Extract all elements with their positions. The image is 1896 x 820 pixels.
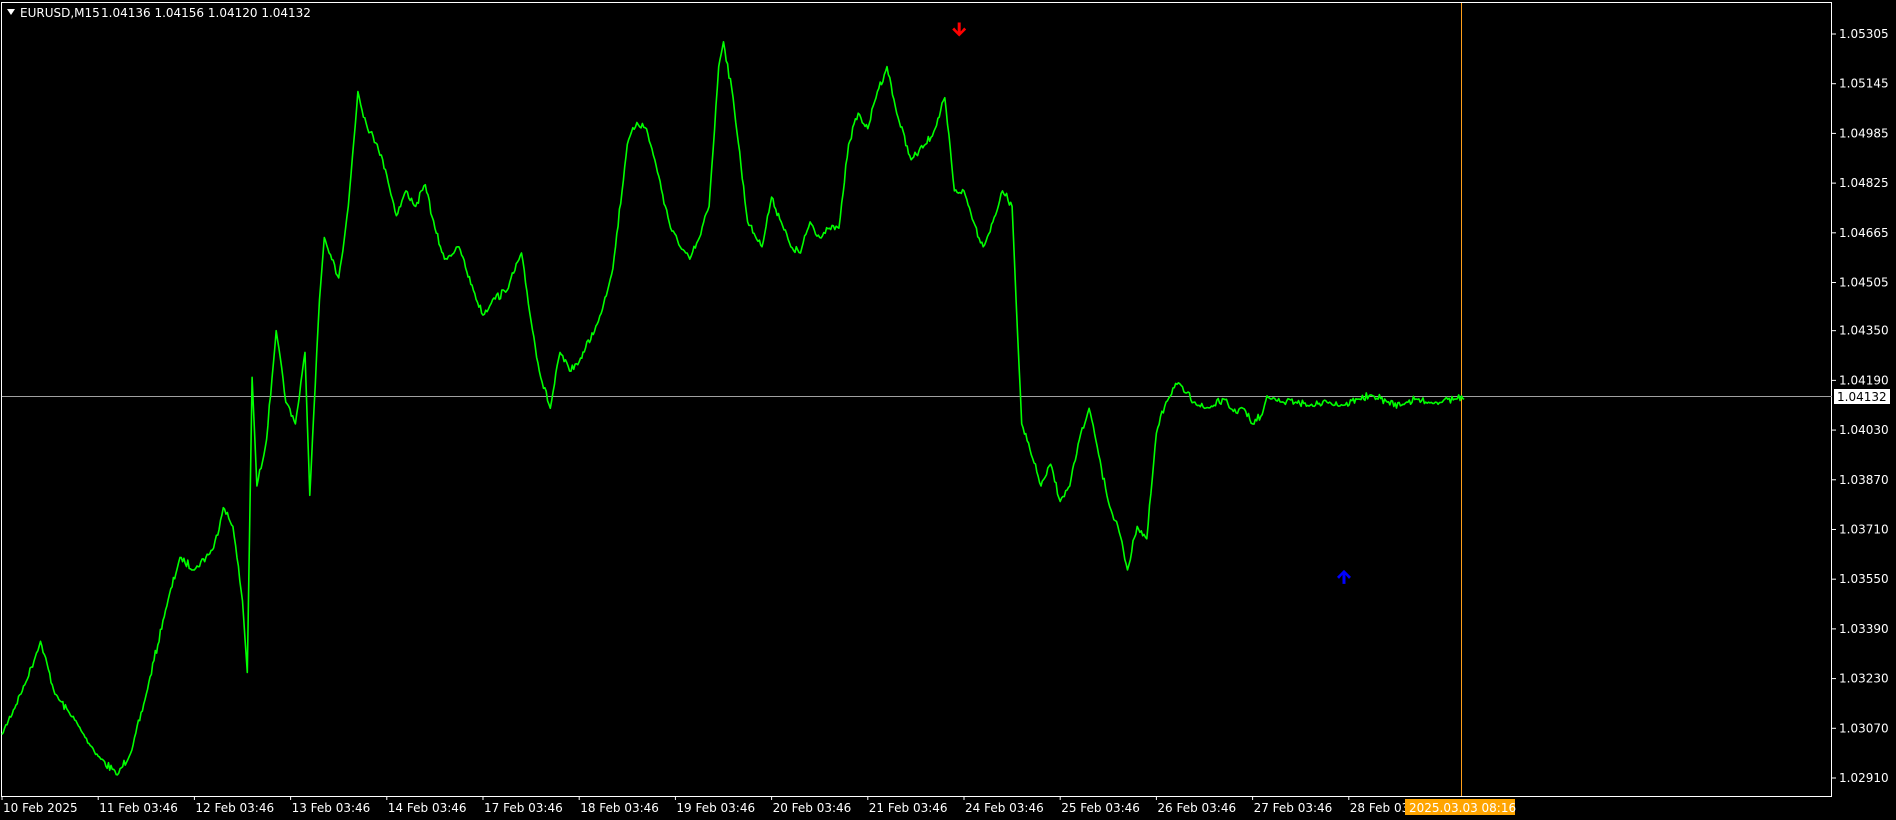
chart-header[interactable]: EURUSD,M15 1.04136 1.04156 1.04120 1.041… xyxy=(7,6,311,20)
y-tick-label: 1.04030 xyxy=(1839,423,1889,437)
header-symbol: EURUSD,M15 xyxy=(20,6,100,20)
x-tick-label: 26 Feb 03:46 xyxy=(1157,801,1236,815)
x-tick-label: 21 Feb 03:46 xyxy=(869,801,948,815)
y-tick-label: 1.04985 xyxy=(1839,126,1889,140)
header-ohlc: 1.04136 1.04156 1.04120 1.04132 xyxy=(101,6,311,20)
x-tick-label: 10 Feb 2025 xyxy=(3,801,78,815)
y-tick-label: 1.03070 xyxy=(1839,721,1889,735)
y-tick-label: 1.02910 xyxy=(1839,771,1889,785)
x-tick-label: 19 Feb 03:46 xyxy=(676,801,755,815)
time-cursor-tag: 2025.03.03 08:16 xyxy=(1405,799,1516,815)
x-tick-label: 24 Feb 03:46 xyxy=(965,801,1044,815)
y-tick-label: 1.05305 xyxy=(1839,27,1889,41)
time-cursor-label: 2025.03.03 08:16 xyxy=(1409,801,1516,815)
y-tick-label: 1.03230 xyxy=(1839,672,1889,686)
x-tick-label: 17 Feb 03:46 xyxy=(484,801,563,815)
price-chart[interactable]: 1.05305 1.05145 1.04985 1.04825 1.04665 1.045… xyxy=(0,0,1896,820)
y-tick-label: 1.04505 xyxy=(1839,276,1889,290)
x-tick-label: 25 Feb 03:46 xyxy=(1061,801,1140,815)
current-price-tag: 1.04132 xyxy=(1834,389,1890,404)
x-tick-label: 14 Feb 03:46 xyxy=(388,801,467,815)
x-tick-label: 11 Feb 03:46 xyxy=(99,801,178,815)
y-tick-label: 1.03550 xyxy=(1839,572,1889,586)
y-tick-label: 1.04665 xyxy=(1839,226,1889,240)
y-tick-label: 1.04190 xyxy=(1839,373,1889,387)
current-price-label: 1.04132 xyxy=(1837,390,1887,404)
x-tick-label: 13 Feb 03:46 xyxy=(292,801,371,815)
y-tick-label: 1.04825 xyxy=(1839,176,1889,190)
y-tick-label: 1.03710 xyxy=(1839,522,1889,536)
y-tick-label: 1.04350 xyxy=(1839,324,1889,338)
x-tick-label: 27 Feb 03:46 xyxy=(1254,801,1333,815)
y-tick-label: 1.05145 xyxy=(1839,77,1889,91)
y-tick-label: 1.03870 xyxy=(1839,473,1889,487)
x-tick-label: 18 Feb 03:46 xyxy=(580,801,659,815)
y-tick-label: 1.03390 xyxy=(1839,622,1889,636)
x-tick-label: 12 Feb 03:46 xyxy=(195,801,274,815)
x-tick-label: 20 Feb 03:46 xyxy=(773,801,852,815)
